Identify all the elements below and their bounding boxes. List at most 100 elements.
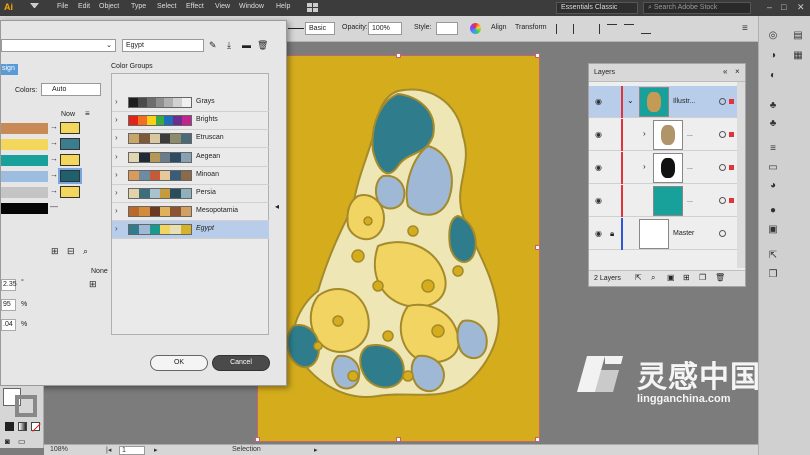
find-color-icon[interactable]: ⌕ xyxy=(83,246,88,257)
transform-link[interactable]: Transform xyxy=(515,24,547,31)
new-layer-icon[interactable]: ❐ xyxy=(699,273,706,282)
menu-select[interactable]: Select xyxy=(157,3,176,10)
color-group-row[interactable]: › Minoan xyxy=(112,167,269,185)
locate-object-icon[interactable]: ⌕ xyxy=(651,273,655,283)
artboards-icon[interactable]: ❐ xyxy=(767,269,779,281)
collapse-panel-icon[interactable]: « xyxy=(723,67,727,76)
color-mode-icon[interactable]: ⊞ xyxy=(89,279,97,290)
mapping-arrow-icon[interactable]: → xyxy=(50,170,58,179)
close-window-icon[interactable]: ✕ xyxy=(797,2,805,13)
expand-arrow-icon[interactable]: › xyxy=(115,188,118,197)
selection-handle[interactable] xyxy=(255,437,260,442)
align-middle-icon[interactable] xyxy=(624,24,634,34)
align-right-icon[interactable] xyxy=(590,24,600,34)
transparency-icon[interactable]: ◕ xyxy=(767,180,779,192)
expand-arrow-icon[interactable]: › xyxy=(115,97,118,106)
color-guide-icon[interactable]: ◑ xyxy=(767,50,779,62)
clipping-mask-icon[interactable]: ▣ xyxy=(667,273,675,282)
asset-export-icon[interactable]: ⇱ xyxy=(767,250,779,262)
none-mode-icon[interactable] xyxy=(31,422,41,432)
hue-input[interactable]: 2.35 xyxy=(1,279,17,291)
color-mode-icon[interactable] xyxy=(5,422,14,431)
first-artboard-icon[interactable]: |◂ xyxy=(106,446,111,454)
layer-row[interactable]: ◉ 🔒︎ Master xyxy=(589,218,737,250)
new-sublayer-icon[interactable]: ⊞ xyxy=(683,273,690,282)
current-color-bar[interactable] xyxy=(1,139,48,150)
current-color-bar[interactable] xyxy=(1,123,48,134)
randomize-saturation-icon[interactable]: ⊟ xyxy=(67,246,75,257)
stock-search-input[interactable]: ⌕ Search Adobe Stock xyxy=(643,2,751,14)
layer-name[interactable]: Master xyxy=(673,230,694,237)
arrange-documents-icon[interactable] xyxy=(307,3,318,12)
align-left-icon[interactable] xyxy=(556,24,566,34)
align-link[interactable]: Align xyxy=(491,24,507,31)
target-icon[interactable] xyxy=(719,164,726,171)
visibility-eye-icon[interactable]: ◉ xyxy=(595,130,604,139)
expand-arrow-icon[interactable]: › xyxy=(115,170,118,179)
layer-name[interactable]: ... xyxy=(687,131,693,138)
expand-arrow-icon[interactable]: › xyxy=(115,224,118,233)
close-panel-icon[interactable]: × xyxy=(735,67,740,76)
delete-layer-icon[interactable]: 🗑︎ xyxy=(715,273,725,282)
selection-handle[interactable] xyxy=(535,437,540,442)
recolor-artwork-icon[interactable] xyxy=(470,23,481,34)
brightness-input[interactable]: .04 xyxy=(1,319,16,331)
menu-object[interactable]: Object xyxy=(99,3,119,10)
screen-mode-icon[interactable]: ▭ xyxy=(18,437,26,446)
mapping-arrow-icon[interactable]: → xyxy=(50,154,58,163)
expand-arrow-icon[interactable]: ⌄ xyxy=(627,96,634,105)
layer-name[interactable]: ... xyxy=(687,197,693,204)
new-color-group-icon[interactable]: ▬ xyxy=(242,40,251,50)
new-color-swatch[interactable] xyxy=(60,154,80,166)
preset-select[interactable]: ⌄ xyxy=(1,39,116,52)
next-artboard-icon[interactable]: ▸ xyxy=(154,446,158,454)
graphic-styles-icon[interactable]: ▣ xyxy=(767,224,779,236)
visibility-eye-icon[interactable]: ◉ xyxy=(595,196,604,205)
selected-art-indicator[interactable] xyxy=(729,198,734,203)
symbols-icon[interactable]: ♣ xyxy=(767,118,779,130)
new-color-swatch[interactable] xyxy=(58,168,82,184)
layer-row[interactable]: ◉ ⌄ Illustr... xyxy=(589,86,737,118)
mapping-arrow-icon[interactable]: → xyxy=(50,138,58,147)
collect-export-icon[interactable]: ⇱ xyxy=(635,273,642,282)
selected-art-indicator[interactable] xyxy=(729,165,734,170)
selection-handle[interactable] xyxy=(396,53,401,58)
home-icon[interactable] xyxy=(30,3,39,12)
target-icon[interactable] xyxy=(719,197,726,204)
colors-count-select[interactable]: Auto xyxy=(41,83,101,96)
lock-icon[interactable]: 🔒︎ xyxy=(610,229,614,239)
current-color-bar[interactable] xyxy=(1,155,48,166)
layer-row[interactable]: ◉ › ... xyxy=(589,152,737,184)
visibility-eye-icon[interactable]: ◉ xyxy=(595,97,604,106)
layer-row[interactable]: ◉ › ... xyxy=(589,119,737,151)
menu-window[interactable]: Window xyxy=(239,3,264,10)
egypt-artwork[interactable] xyxy=(258,56,539,441)
menu-help[interactable]: Help xyxy=(276,3,290,10)
visibility-eye-icon[interactable]: ◉ xyxy=(595,229,604,238)
new-color-swatch[interactable] xyxy=(60,138,80,150)
panel-menu-icon[interactable]: ≡ xyxy=(742,23,748,34)
color-group-row[interactable]: › Brights xyxy=(112,112,269,131)
color-group-row[interactable]: › Egypt xyxy=(112,221,269,240)
menu-view[interactable]: View xyxy=(215,3,230,10)
current-color-bar[interactable] xyxy=(1,187,48,198)
layer-name[interactable]: Illustr... xyxy=(673,98,695,105)
color-group-row[interactable]: › Mesopotamia xyxy=(112,203,269,222)
menu-type[interactable]: Type xyxy=(131,3,146,10)
stroke-swatch[interactable] xyxy=(15,395,37,417)
expand-arrow-icon[interactable]: › xyxy=(643,162,646,171)
stroke-profile-select[interactable]: Basic xyxy=(305,22,335,35)
appearance-icon[interactable]: ● xyxy=(767,205,779,217)
selection-handle[interactable] xyxy=(535,53,540,58)
style-select[interactable] xyxy=(436,22,458,35)
tab-assign[interactable]: sign xyxy=(1,64,18,75)
align-top-icon[interactable] xyxy=(607,24,617,34)
saturation-input[interactable]: 95 xyxy=(1,299,16,311)
color-group-row[interactable]: › Etruscan xyxy=(112,130,269,149)
libraries-icon[interactable]: ▤ xyxy=(792,30,804,42)
layer-row[interactable]: ◉ ... xyxy=(589,185,737,217)
color-icon[interactable]: ◐ xyxy=(767,70,779,82)
delete-color-group-icon[interactable]: 🗑︎ xyxy=(257,40,268,51)
gradient-icon[interactable]: ▭ xyxy=(767,162,779,174)
save-changes-icon[interactable]: ⤓ xyxy=(227,40,231,51)
